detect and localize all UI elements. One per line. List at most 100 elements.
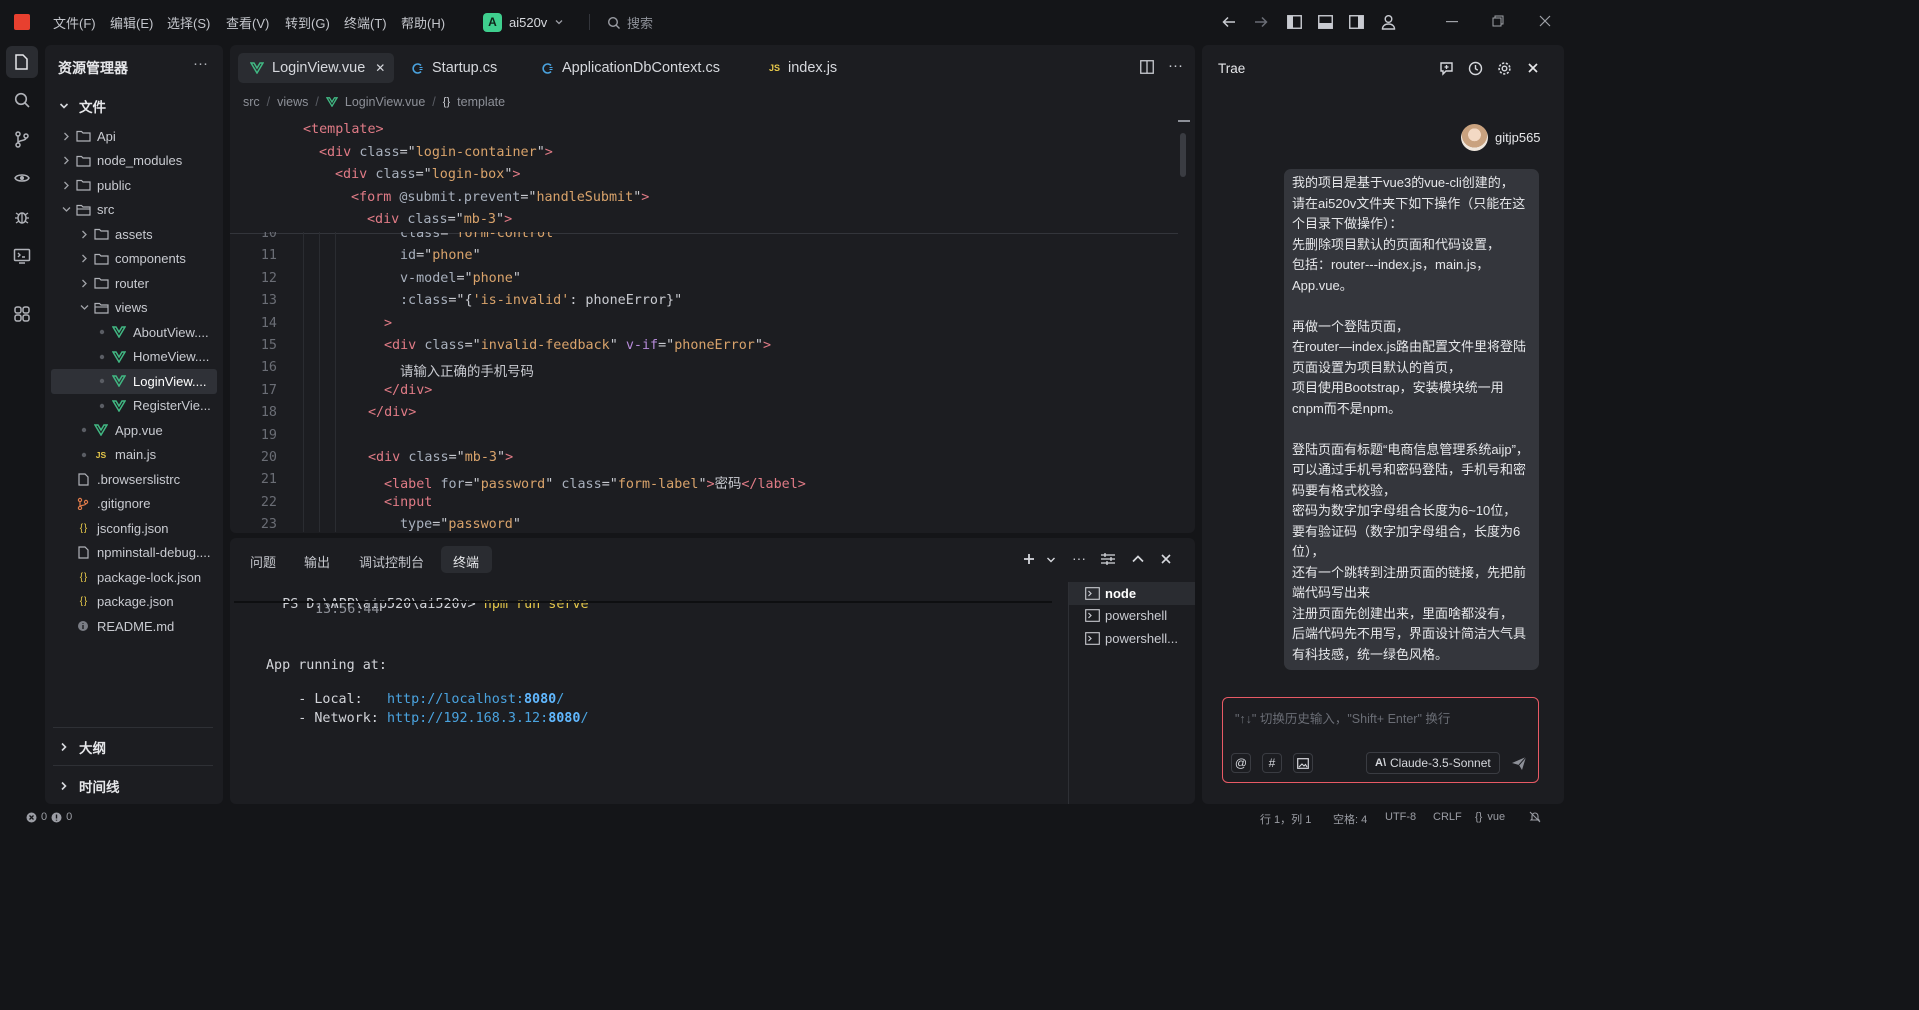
terminal-activity[interactable] [6,240,38,272]
tree-item[interactable]: LoginView.... [51,369,217,394]
back-arrow-icon[interactable] [1221,14,1237,30]
close-window-icon[interactable] [1539,15,1551,27]
settings-gear-icon[interactable] [1497,61,1512,76]
tree-item[interactable]: .gitignore [51,492,217,517]
toggle-panel-icon[interactable] [1318,15,1333,29]
chat-input-box[interactable]: "↑↓" 切换历史输入，"Shift+ Enter" 换行 @ # A\ Cla… [1222,697,1539,783]
tree-item[interactable]: AboutView.... [51,320,217,345]
code-line[interactable]: </div> [368,405,416,420]
minimize-icon[interactable] [1446,21,1458,23]
breadcrumb-item[interactable]: template [457,95,505,109]
close-panel-icon[interactable] [1161,554,1171,564]
code-line[interactable]: 请输入正确的手机号码 [400,360,534,380]
tree-item[interactable]: node_modules [51,149,217,174]
menu-item[interactable]: 选择(S) [167,13,210,32]
code-line[interactable]: > [384,316,392,331]
editor-more-icon[interactable]: ··· [1168,57,1183,74]
sticky-line[interactable]: <div class="login-container"> [319,145,553,160]
breadcrumb-item[interactable]: src [243,95,260,109]
extensions-activity[interactable] [6,298,38,330]
line-ending[interactable]: CRLF [1433,811,1462,823]
notifications-icon[interactable] [1529,811,1541,823]
tree-item[interactable]: npminstall-debug.... [51,541,217,566]
tree-item[interactable]: RegisterVie... [51,394,217,419]
tree-item[interactable]: components [51,247,217,272]
tree-item[interactable]: .browserslistrc [51,467,217,492]
language-mode[interactable]: {} vue [1475,811,1505,823]
menu-item[interactable]: 查看(V) [226,13,269,32]
menu-item[interactable]: 文件(F) [53,13,96,32]
tree-item[interactable]: src [51,198,217,223]
terminal-session[interactable]: node [1069,582,1195,605]
tree-item[interactable]: { } package-lock.json [51,565,217,590]
tree-item[interactable]: { } package.json [51,590,217,615]
timeline-section-header[interactable]: 时间线 [59,776,120,796]
account-icon[interactable] [1381,14,1396,30]
code-line[interactable]: :class="{'is-invalid': phoneError}" [400,293,682,308]
panel-more-icon[interactable]: ··· [1072,550,1086,566]
problems-indicator[interactable]: 0 0 [26,811,72,823]
tree-item[interactable]: Api [51,124,217,149]
indentation[interactable]: 空格: 4 [1333,811,1367,827]
mention-button[interactable]: @ [1231,753,1251,773]
tab-indexjs[interactable]: JS index.js [769,53,837,83]
code-area[interactable]: 10 class="form-control" 11 id="phone" 12 v-mo… [230,232,1178,532]
image-upload-icon[interactable] [1293,753,1313,773]
files-section-header[interactable]: 文件 [59,96,106,116]
forward-arrow-icon[interactable] [1253,14,1269,30]
avatar[interactable] [1461,124,1488,151]
debug-activity[interactable] [6,201,38,233]
tree-item[interactable]: views [51,296,217,321]
menu-item[interactable]: 转到(G) [285,13,330,32]
tree-item[interactable]: { } jsconfig.json [51,516,217,541]
sticky-line[interactable]: <div class="mb-3"> [367,212,512,227]
code-line[interactable]: <div class="invalid-feedback" v-if="phon… [384,338,771,353]
tab-terminal[interactable]: 终端 [453,552,479,571]
tree-item[interactable]: README.md [51,614,217,639]
tab-output[interactable]: 输出 [304,552,330,571]
search-activity[interactable] [6,84,38,116]
sticky-line[interactable]: <div class="login-box"> [335,167,520,182]
scrollbar[interactable] [1180,133,1186,177]
terminal-layout-icon[interactable] [1101,553,1115,565]
tree-item[interactable]: assets [51,222,217,247]
tab-problems[interactable]: 问题 [250,552,276,571]
chevron-down-icon[interactable] [1046,555,1056,565]
cursor-position[interactable]: 行 1，列 1 [1260,811,1311,827]
split-editor-icon[interactable] [1140,60,1154,74]
code-line[interactable]: v-model="phone" [400,271,521,286]
code-line[interactable]: type="password" [400,517,521,532]
code-line[interactable]: <label for="password" class="form-label"… [384,472,806,492]
sticky-line[interactable]: <form @submit.prevent="handleSubmit"> [351,190,649,205]
code-line[interactable]: class="form-control" [400,232,561,241]
send-icon[interactable] [1511,756,1527,771]
history-icon[interactable] [1468,61,1483,76]
explorer-activity[interactable] [6,46,38,78]
hash-button[interactable]: # [1262,753,1282,773]
remote-activity[interactable] [6,162,38,194]
toggle-sidebar-icon[interactable] [1287,15,1302,29]
tree-item[interactable]: public [51,173,217,198]
network-url[interactable]: http://192.168.3.12: [387,711,548,726]
tree-item[interactable]: router [51,271,217,296]
search-box[interactable]: 搜索 [607,13,653,32]
more-actions-icon[interactable]: ··· [193,55,208,72]
sticky-line[interactable]: <template> [303,122,384,137]
code-line[interactable]: id="phone" [400,248,481,263]
tree-item[interactable]: App.vue [51,418,217,443]
tab-debug-console[interactable]: 调试控制台 [359,552,424,571]
model-selector[interactable]: A\ Claude-3.5-Sonnet [1366,752,1500,774]
breadcrumb-item[interactable]: views [277,95,308,109]
tree-item[interactable]: HomeView.... [51,345,217,370]
toggle-aux-bar-icon[interactable] [1349,15,1364,29]
maximize-panel-icon[interactable] [1132,554,1144,564]
tab-startup[interactable]: Startup.cs [411,53,497,83]
code-line[interactable]: <input [384,495,432,510]
encoding[interactable]: UTF-8 [1385,811,1416,823]
tab-applicationdbcontext[interactable]: ApplicationDbContext.cs [541,53,720,83]
close-icon[interactable]: ✕ [375,61,385,75]
project-switcher[interactable]: A ai520v [483,11,564,33]
terminal-session[interactable]: powershell [1069,605,1195,628]
source-control-activity[interactable] [6,123,38,155]
terminal-session[interactable]: powershell... [1069,627,1195,650]
